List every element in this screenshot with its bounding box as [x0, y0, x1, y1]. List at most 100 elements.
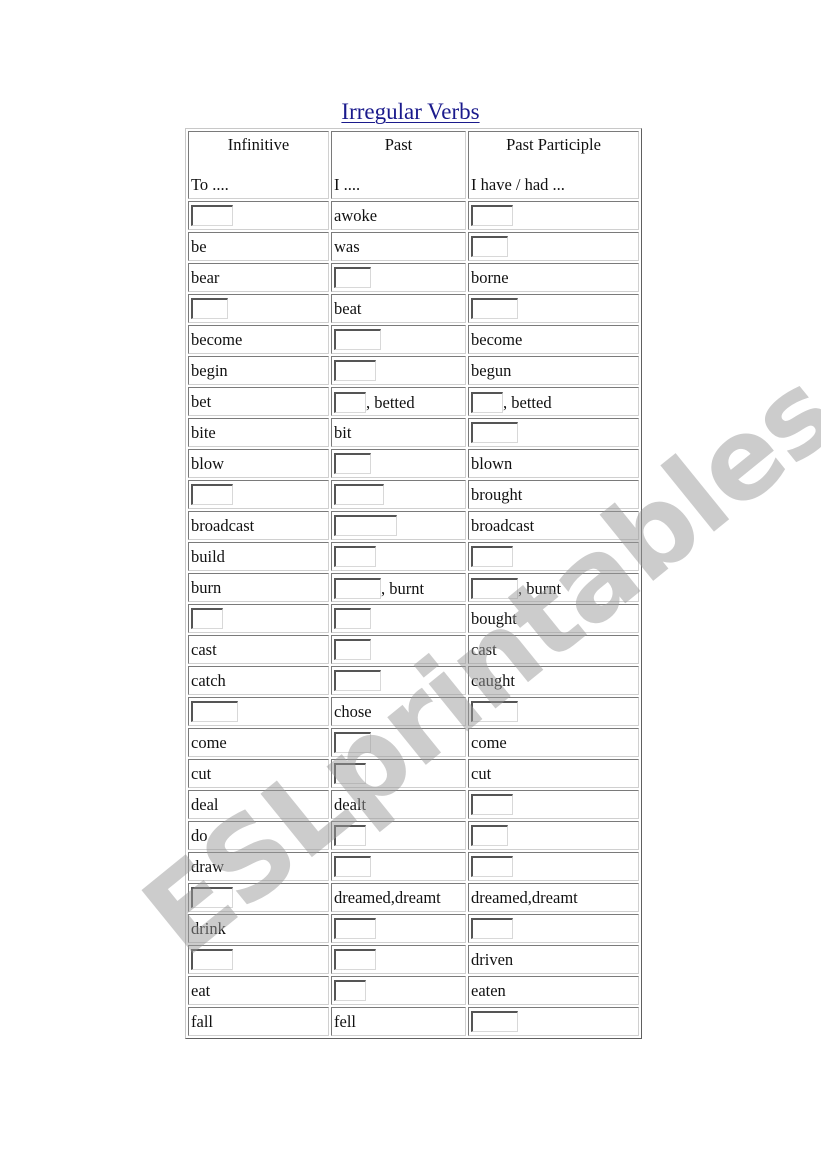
past-text: chose — [334, 701, 372, 721]
past-answer-input[interactable] — [334, 360, 376, 382]
cell-infinitive: blow — [188, 449, 329, 478]
past-answer-input[interactable] — [334, 639, 371, 661]
cell-infinitive: catch — [188, 666, 329, 695]
cell-infinitive — [188, 945, 329, 974]
cell-past — [331, 325, 466, 354]
table-row: chose — [188, 697, 639, 726]
participle-answer-input[interactable] — [471, 546, 513, 568]
participle-answer-input[interactable] — [471, 856, 513, 878]
past-answer-input[interactable] — [334, 825, 366, 847]
cell-participle — [468, 790, 639, 819]
past-answer-input[interactable] — [334, 515, 397, 537]
participle-text: dreamed,dreamt — [471, 887, 578, 907]
participle-text: eaten — [471, 980, 506, 1000]
past-answer-input[interactable] — [334, 577, 381, 599]
cell-participle: cast — [468, 635, 639, 664]
participle-answer-input[interactable] — [471, 794, 513, 816]
past-answer-input[interactable] — [334, 329, 381, 351]
cell-past — [331, 914, 466, 943]
cell-past — [331, 976, 466, 1005]
infinitive-answer-input[interactable] — [191, 484, 233, 506]
table-row: fall fell — [188, 1007, 639, 1036]
cell-past — [331, 263, 466, 292]
past-answer-input[interactable] — [334, 918, 376, 940]
infinitive-answer-input[interactable] — [191, 298, 228, 320]
cell-infinitive: build — [188, 542, 329, 571]
cell-infinitive: broadcast — [188, 511, 329, 540]
cell-past: dealt — [331, 790, 466, 819]
table-row: drink — [188, 914, 639, 943]
infinitive-answer-input[interactable] — [191, 701, 238, 723]
participle-answer-input[interactable] — [471, 391, 503, 413]
header-label: Past — [384, 135, 413, 154]
cell-infinitive: be — [188, 232, 329, 261]
table-row: beat — [188, 294, 639, 323]
past-answer-input[interactable] — [334, 732, 371, 754]
past-answer-input[interactable] — [334, 980, 366, 1002]
past-answer-input[interactable] — [334, 670, 381, 692]
infinitive-text: build — [191, 546, 225, 566]
participle-alt-form: , burnt — [518, 578, 562, 598]
cell-past — [331, 666, 466, 695]
cell-past: chose — [331, 697, 466, 726]
infinitive-answer-input[interactable] — [191, 205, 233, 227]
infinitive-text: fall — [191, 1011, 213, 1031]
past-text: dreamed,dreamt — [334, 887, 441, 907]
infinitive-answer-input[interactable] — [191, 887, 233, 909]
infinitive-text: eat — [191, 980, 211, 1000]
table-row: cast cast — [188, 635, 639, 664]
past-answer-input[interactable] — [334, 391, 366, 413]
past-answer-input[interactable] — [334, 453, 371, 475]
infinitive-text: bet — [191, 391, 212, 411]
table-row: broadcast broadcast — [188, 511, 639, 540]
cell-past: , betted — [331, 387, 466, 416]
cell-past: , burnt — [331, 573, 466, 602]
participle-text: broadcast — [471, 515, 535, 535]
infinitive-answer-input[interactable] — [191, 949, 233, 971]
past-answer-input[interactable] — [334, 546, 376, 568]
past-answer-input[interactable] — [334, 484, 384, 506]
past-text: dealt — [334, 794, 367, 814]
infinitive-text: be — [191, 236, 207, 256]
participle-text: cast — [471, 639, 497, 659]
cell-infinitive: bear — [188, 263, 329, 292]
table-row: do — [188, 821, 639, 850]
infinitive-text: cast — [191, 639, 217, 659]
past-answer-input[interactable] — [334, 267, 371, 289]
past-text: bit — [334, 422, 352, 442]
participle-text: become — [471, 329, 523, 349]
past-alt-form: , betted — [366, 392, 415, 412]
cell-past — [331, 635, 466, 664]
infinitive-answer-input[interactable] — [191, 608, 223, 630]
participle-answer-input[interactable] — [471, 205, 513, 227]
participle-answer-input[interactable] — [471, 825, 508, 847]
participle-answer-input[interactable] — [471, 701, 518, 723]
past-answer-input[interactable] — [334, 949, 376, 971]
cell-past — [331, 821, 466, 850]
table-row: bet , betted , betted — [188, 387, 639, 416]
participle-answer-input[interactable] — [471, 918, 513, 940]
infinitive-text: catch — [191, 670, 226, 690]
participle-answer-input[interactable] — [471, 1011, 518, 1033]
participle-answer-input[interactable] — [471, 298, 518, 320]
cell-past: beat — [331, 294, 466, 323]
cell-past — [331, 759, 466, 788]
past-answer-input[interactable] — [334, 856, 371, 878]
cell-participle: , betted — [468, 387, 639, 416]
participle-answer-input[interactable] — [471, 422, 518, 444]
table-row: bought — [188, 604, 639, 633]
past-answer-input[interactable] — [334, 763, 366, 785]
past-answer-input[interactable] — [334, 608, 371, 630]
infinitive-text: drink — [191, 918, 226, 938]
title-link[interactable]: Irregular Verbs — [341, 99, 479, 124]
cell-infinitive: bet — [188, 387, 329, 416]
participle-text: begun — [471, 360, 512, 380]
cell-infinitive: drink — [188, 914, 329, 943]
participle-answer-input[interactable] — [471, 236, 508, 258]
participle-alt-form: , betted — [503, 392, 552, 412]
infinitive-text: draw — [191, 856, 224, 876]
infinitive-text: cut — [191, 763, 212, 783]
infinitive-text: begin — [191, 360, 228, 380]
participle-answer-input[interactable] — [471, 577, 518, 599]
cell-infinitive — [188, 480, 329, 509]
